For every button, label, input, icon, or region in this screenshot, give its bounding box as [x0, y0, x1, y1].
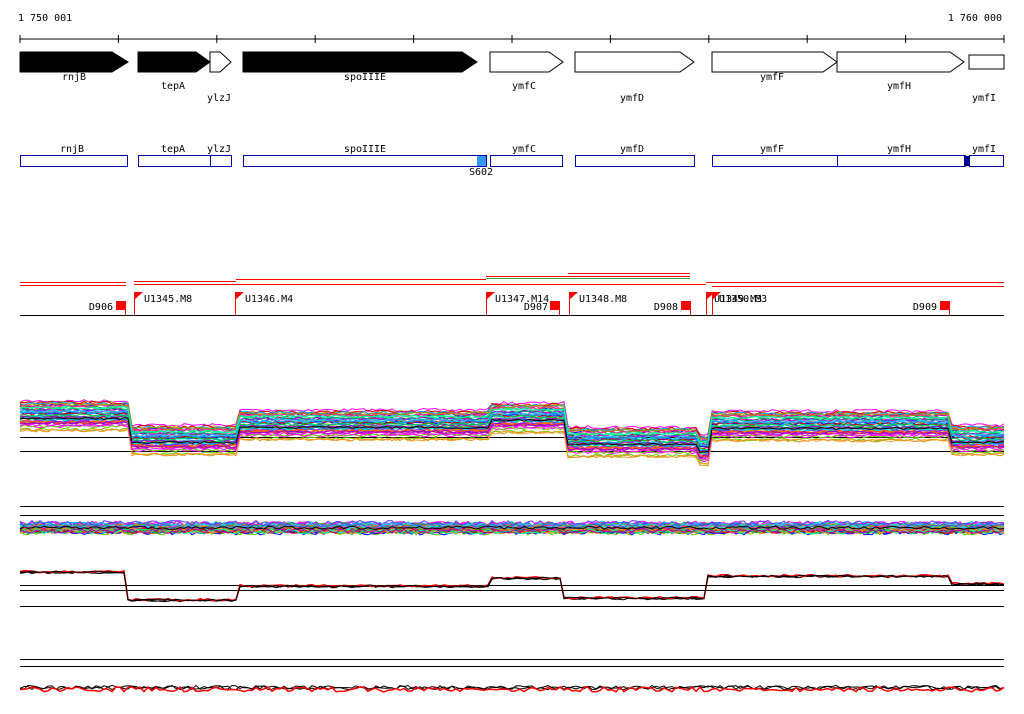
protein-box-ymfF[interactable]: ymfF — [712, 144, 838, 167]
gene-label-ymfI: ymfI — [972, 93, 996, 104]
protein-box-ymfI[interactable]: ymfI — [969, 144, 1004, 167]
expression-track-deviations — [19, 506, 1005, 536]
protein-box-tepA[interactable]: tepA — [138, 144, 211, 167]
protein-track[interactable]: rnjB tepA ylzJ spoIIIE S602 ymfC ymfD ym… — [20, 144, 1004, 178]
feature-label-s602: S602 — [469, 167, 493, 178]
gene-label-ymfF: ymfF — [760, 72, 784, 83]
marker-u1346-m4[interactable]: U1346.M4 — [235, 292, 293, 315]
gene-arrow-ymfH[interactable]: ymfH — [836, 51, 965, 92]
marker-d906[interactable]: D906 — [89, 301, 126, 315]
svg-text:U1345.M8: U1345.M8 — [144, 294, 192, 305]
gene-arrow-ymfD[interactable]: ymfD — [574, 51, 695, 104]
gene-label-spoIIIE: spoIIIE — [344, 72, 386, 83]
expression-track-summary — [19, 569, 1005, 607]
gene-arrow-ylzJ[interactable]: ylzJ — [207, 51, 232, 104]
marker-d908[interactable]: D908 — [654, 301, 691, 315]
svg-text:rnjB: rnjB — [60, 144, 84, 155]
marker-u1350-m3[interactable]: U1350.M3 — [712, 292, 767, 315]
feature-mark-s602[interactable] — [477, 156, 486, 166]
segment-markers[interactable]: D906 U1345.M8 U1346.M4 U1347.M14 D907 U1… — [89, 292, 950, 315]
protein-box-ymfH[interactable]: ymfH — [837, 144, 971, 167]
coordinate-ruler — [19, 35, 1005, 43]
protein-box-ymfD[interactable]: ymfD — [575, 144, 695, 167]
gene-label-ymfC: ymfC — [512, 81, 536, 92]
gene-track[interactable]: rnjB tepA ylzJ spoIIIE ymfC ymfD ymfF ym… — [19, 51, 1005, 104]
svg-text:U1350.M3: U1350.M3 — [719, 294, 767, 305]
gene-arrow-ymfF[interactable]: ymfF — [711, 51, 838, 83]
gene-label-ymfD: ymfD — [620, 93, 644, 104]
svg-text:U1346.M4: U1346.M4 — [245, 294, 293, 305]
protein-box-ylzJ[interactable]: ylzJ — [207, 144, 232, 167]
svg-text:D908: D908 — [654, 302, 678, 313]
gene-arrow-tepA[interactable]: tepA — [137, 51, 211, 92]
gene-label-ymfH: ymfH — [887, 81, 911, 92]
protein-box-spoIIIE[interactable]: spoIIIE S602 — [243, 144, 494, 178]
marker-u1345-m8[interactable]: U1345.M8 — [134, 292, 192, 315]
svg-text:ymfD: ymfD — [620, 144, 644, 155]
protein-box-rnjB[interactable]: rnjB — [20, 144, 128, 167]
svg-text:U1348.M8: U1348.M8 — [579, 294, 627, 305]
marker-d909[interactable]: D909 — [913, 301, 950, 315]
expression-track-all-conditions — [19, 399, 1005, 467]
genome-browser-panel: rnjB tepA ylzJ spoIIIE ymfC ymfD ymfF ym… — [19, 35, 1005, 693]
svg-text:ymfH: ymfH — [887, 144, 911, 155]
svg-text:D906: D906 — [89, 302, 113, 313]
gene-label-ylzJ: ylzJ — [207, 93, 231, 104]
svg-text:D907: D907 — [524, 302, 548, 313]
svg-text:ymfF: ymfF — [760, 144, 784, 155]
svg-text:tepA: tepA — [161, 144, 185, 155]
gene-arrow-spoIIIE[interactable]: spoIIIE — [242, 51, 478, 83]
marker-d907[interactable]: D907 — [524, 301, 560, 315]
svg-text:ylzJ: ylzJ — [207, 144, 231, 155]
gene-arrow-rnjB[interactable]: rnjB — [19, 51, 129, 83]
svg-text:ymfC: ymfC — [512, 144, 536, 155]
svg-text:ymfI: ymfI — [972, 144, 996, 155]
gene-label-rnjB: rnjB — [62, 72, 86, 83]
gene-arrow-ymfC[interactable]: ymfC — [489, 51, 564, 92]
svg-text:spoIIIE: spoIIIE — [344, 144, 386, 155]
gene-arrow-ymfI[interactable]: ymfI — [968, 54, 1005, 104]
svg-text:D909: D909 — [913, 302, 937, 313]
marker-u1348-m8[interactable]: U1348.M8 — [569, 292, 627, 315]
protein-box-ymfC[interactable]: ymfC — [490, 144, 563, 167]
expression-track-summary-deviations — [19, 659, 1005, 693]
gene-label-tepA: tepA — [161, 81, 185, 92]
